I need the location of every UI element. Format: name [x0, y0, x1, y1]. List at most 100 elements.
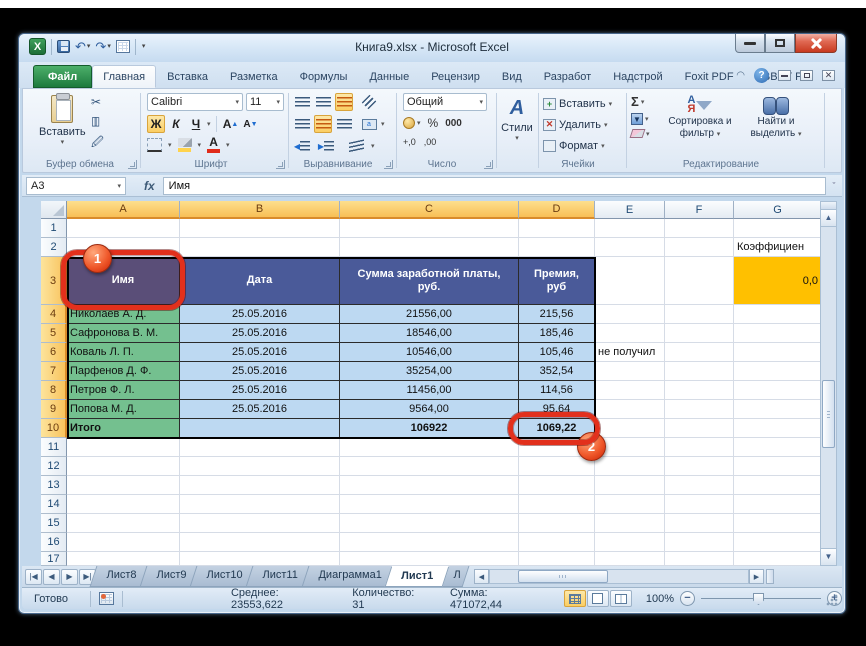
bold-button[interactable]: Ж: [147, 115, 165, 133]
cell-A15[interactable]: [67, 514, 180, 533]
cell-F1[interactable]: [665, 219, 734, 238]
ribbon-tab-надстрой[interactable]: Надстрой: [602, 65, 673, 88]
cell-A11[interactable]: [67, 438, 180, 457]
scrollbar-split-handle[interactable]: [821, 202, 836, 210]
ribbon-tab-файл[interactable]: Файл: [33, 65, 92, 88]
row-header-13[interactable]: 13: [41, 476, 67, 495]
cell-E12[interactable]: [595, 457, 665, 476]
merge-center-button[interactable]: a: [360, 115, 378, 133]
workbook-minimize-button[interactable]: [778, 70, 791, 81]
align-right-button[interactable]: [335, 115, 353, 133]
sort-filter-button[interactable]: АЯ Сортировка и фильтр ▾: [667, 94, 733, 141]
cell-B15[interactable]: [180, 514, 340, 533]
cell-D3[interactable]: Премия, руб: [519, 257, 595, 305]
cell-C11[interactable]: [340, 438, 519, 457]
percent-style-button[interactable]: %: [428, 116, 439, 130]
cell-G5[interactable]: [734, 324, 822, 343]
scroll-left-button[interactable]: ◀: [474, 569, 489, 584]
cell-F15[interactable]: [665, 514, 734, 533]
cell-F2[interactable]: [665, 238, 734, 257]
cell-C1[interactable]: [340, 219, 519, 238]
cell-B5[interactable]: 25.05.2016: [180, 324, 340, 343]
delete-cells-button[interactable]: ✕ Удалить ▾: [543, 115, 612, 134]
cell-B7[interactable]: 25.05.2016: [180, 362, 340, 381]
horizontal-scroll-thumb[interactable]: [518, 570, 608, 583]
cell-B4[interactable]: 25.05.2016: [180, 305, 340, 324]
align-middle-button[interactable]: [314, 93, 332, 111]
cell-A4[interactable]: Николаев А. Д.: [67, 305, 180, 324]
format-painter-icon[interactable]: 🖉: [91, 133, 104, 154]
underline-button[interactable]: Ч: [187, 115, 205, 133]
resize-grip[interactable]: [826, 594, 838, 606]
cell-E4[interactable]: [595, 305, 665, 324]
cell-E9[interactable]: [595, 400, 665, 419]
cell-F11[interactable]: [665, 438, 734, 457]
cell-G8[interactable]: [734, 381, 822, 400]
cell-E17[interactable]: [595, 552, 665, 566]
cell-G14[interactable]: [734, 495, 822, 514]
cell-C10[interactable]: 106922: [340, 419, 519, 438]
italic-button[interactable]: К: [167, 115, 185, 133]
cell-D14[interactable]: [519, 495, 595, 514]
cell-B11[interactable]: [180, 438, 340, 457]
cell-B12[interactable]: [180, 457, 340, 476]
cell-B9[interactable]: 25.05.2016: [180, 400, 340, 419]
increase-decimal-button[interactable]: +,0: [403, 137, 416, 147]
cell-B2[interactable]: [180, 238, 340, 257]
cell-D17[interactable]: [519, 552, 595, 566]
zoom-slider-thumb[interactable]: [753, 593, 764, 605]
ribbon-tab-главная[interactable]: Главная: [92, 65, 156, 88]
cell-G17[interactable]: [734, 552, 822, 566]
cell-E15[interactable]: [595, 514, 665, 533]
row-header-10[interactable]: 10: [41, 419, 67, 438]
cell-F6[interactable]: [665, 343, 734, 362]
row-header-12[interactable]: 12: [41, 457, 67, 476]
autosum-button[interactable]: Σ ▾: [631, 94, 650, 109]
cell-D4[interactable]: 215,56: [519, 305, 595, 324]
cell-A9[interactable]: Попова М. Д.: [67, 400, 180, 419]
column-header-C[interactable]: C: [340, 201, 519, 219]
formula-input[interactable]: Имя: [163, 177, 826, 195]
column-header-G[interactable]: G: [734, 201, 822, 219]
cell-E10[interactable]: [595, 419, 665, 438]
column-header-E[interactable]: E: [595, 201, 665, 219]
expand-formula-bar-icon[interactable]: ˇ: [826, 181, 842, 191]
font-color-button[interactable]: А: [207, 137, 220, 153]
zoom-slider[interactable]: [701, 591, 821, 606]
cell-D13[interactable]: [519, 476, 595, 495]
cell-C7[interactable]: 35254,00: [340, 362, 519, 381]
cell-F13[interactable]: [665, 476, 734, 495]
first-sheet-button[interactable]: |◀: [25, 569, 42, 585]
cell-C9[interactable]: 9564,00: [340, 400, 519, 419]
cell-E13[interactable]: [595, 476, 665, 495]
cell-G16[interactable]: [734, 533, 822, 552]
normal-view-button[interactable]: [564, 590, 586, 607]
cell-E3[interactable]: [595, 257, 665, 305]
cell-E1[interactable]: [595, 219, 665, 238]
row-header-4[interactable]: 4: [41, 305, 67, 324]
align-bottom-button[interactable]: [335, 93, 353, 111]
cell-F3[interactable]: [665, 257, 734, 305]
row-header-5[interactable]: 5: [41, 324, 67, 343]
column-header-B[interactable]: B: [180, 201, 340, 219]
ribbon-tab-вставка[interactable]: Вставка: [156, 65, 219, 88]
cell-C13[interactable]: [340, 476, 519, 495]
insert-function-button[interactable]: fx: [144, 179, 155, 193]
workbook-close-button[interactable]: ✕: [822, 70, 835, 81]
cell-E14[interactable]: [595, 495, 665, 514]
cell-G9[interactable]: [734, 400, 822, 419]
cell-B14[interactable]: [180, 495, 340, 514]
cell-G1[interactable]: [734, 219, 822, 238]
font-size-combo[interactable]: 11 ▾: [246, 93, 284, 111]
name-box[interactable]: A3 ▾: [26, 177, 126, 195]
row-header-8[interactable]: 8: [41, 381, 67, 400]
cell-B6[interactable]: 25.05.2016: [180, 343, 340, 362]
row-header-9[interactable]: 9: [41, 400, 67, 419]
cell-C3[interactable]: Сумма заработной платы, руб.: [340, 257, 519, 305]
cell-B10[interactable]: [180, 419, 340, 438]
cell-A14[interactable]: [67, 495, 180, 514]
cell-A12[interactable]: [67, 457, 180, 476]
clear-button[interactable]: ▾: [631, 129, 650, 138]
sheet-tab-лист1[interactable]: Лист1: [384, 566, 449, 587]
cell-B13[interactable]: [180, 476, 340, 495]
